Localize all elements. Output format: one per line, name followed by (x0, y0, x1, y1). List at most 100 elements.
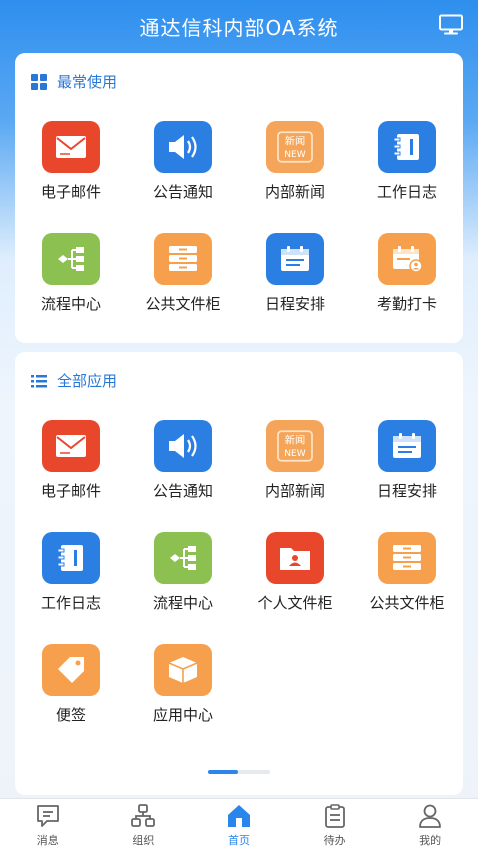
app-calendar[interactable]: 日程安排 (239, 233, 351, 333)
app-cabinet[interactable]: 公共文件柜 (127, 233, 239, 333)
home-icon (227, 805, 250, 827)
notebook-icon (378, 121, 436, 173)
app-notebook[interactable]: 工作日志 (15, 532, 127, 632)
notebook-icon-glyph (57, 545, 83, 571)
bottom-tab-bar: 消息 组织 首页 待办 我的 (0, 798, 478, 850)
tab-todo[interactable]: 待办 (287, 799, 383, 850)
app-label: 流程中心 (152, 594, 213, 612)
app-label: 公告通知 (152, 183, 213, 201)
section-title: 最常使用 (57, 73, 118, 91)
app-label: 工作日志 (40, 594, 101, 612)
calendar-icon (266, 233, 324, 285)
speaker-icon-glyph (169, 434, 197, 458)
frequent-apps-card: 最常使用 电子邮件 公告通知 新闻 NEW 内部新闻 工作日志流程中心 公共文件柜 日程安排 考… (15, 53, 463, 343)
all-apps-section-header: 全部应用 (31, 370, 117, 391)
calendar-icon (378, 420, 436, 472)
app-label: 公告通知 (152, 482, 213, 500)
personal-folder-icon-glyph (280, 548, 310, 570)
notebook-icon-glyph (393, 134, 419, 160)
cabinet-icon (154, 233, 212, 285)
page-indicator (208, 770, 270, 774)
tab-messages[interactable]: 消息 (0, 799, 96, 850)
attendance-icon-glyph (393, 246, 423, 273)
flow-icon-glyph (170, 546, 196, 570)
notebook-icon (42, 532, 100, 584)
cabinet-icon-glyph (169, 246, 197, 271)
all-apps-card: 全部应用 电子邮件 公告通知 新闻 NEW 内部新闻 日程安排工作日志 流程中心 个人文件柜 公… (15, 352, 463, 795)
svg-text:NEW: NEW (284, 449, 305, 459)
app-news[interactable]: 新闻 NEW 内部新闻 (239, 420, 351, 520)
app-label: 个人文件柜 (257, 594, 333, 612)
svg-text:NEW: NEW (284, 150, 305, 160)
cabinet-icon-glyph (393, 545, 421, 570)
flow-icon (42, 233, 100, 285)
attendance-icon (378, 233, 436, 285)
tag-icon-glyph (58, 657, 84, 683)
mail-icon-glyph (56, 435, 86, 457)
org-icon (131, 804, 156, 827)
app-label: 内部新闻 (264, 183, 325, 201)
message-icon (36, 805, 59, 827)
box-icon-glyph (168, 657, 198, 683)
box-icon (154, 644, 212, 696)
app-box[interactable]: 应用中心 (127, 644, 239, 744)
app-flow[interactable]: 流程中心 (127, 532, 239, 632)
calendar-icon-glyph (281, 246, 309, 271)
cabinet-icon (378, 532, 436, 584)
app-cabinet[interactable]: 公共文件柜 (351, 532, 463, 632)
app-speaker[interactable]: 公告通知 (127, 420, 239, 520)
app-label: 流程中心 (40, 295, 101, 313)
app-notebook[interactable]: 工作日志 (351, 121, 463, 221)
svg-text:新闻: 新闻 (285, 434, 305, 447)
speaker-icon (154, 420, 212, 472)
app-label: 考勤打卡 (376, 295, 437, 313)
news-icon-glyph: 新闻 NEW (277, 131, 313, 163)
app-label: 日程安排 (264, 295, 325, 313)
tab-organization[interactable]: 组织 (96, 799, 192, 850)
app-flow[interactable]: 流程中心 (15, 233, 127, 333)
app-label: 工作日志 (376, 183, 437, 201)
app-news[interactable]: 新闻 NEW 内部新闻 (239, 121, 351, 221)
personal-folder-icon (266, 532, 324, 584)
app-personal-folder[interactable]: 个人文件柜 (239, 532, 351, 632)
user-icon (419, 804, 442, 828)
app-speaker[interactable]: 公告通知 (127, 121, 239, 221)
tab-label: 待办 (323, 834, 346, 847)
flow-icon (154, 532, 212, 584)
app-mail[interactable]: 电子邮件 (15, 420, 127, 520)
monitor-icon[interactable] (438, 14, 464, 36)
app-label: 公共文件柜 (145, 295, 221, 313)
app-mail[interactable]: 电子邮件 (15, 121, 127, 221)
tab-label: 我的 (419, 834, 442, 847)
clipboard-icon (324, 804, 345, 828)
news-icon: 新闻 NEW (266, 121, 324, 173)
speaker-icon (154, 121, 212, 173)
svg-text:新闻: 新闻 (285, 135, 305, 148)
news-icon-glyph: 新闻 NEW (277, 430, 313, 462)
mail-icon-glyph (56, 136, 86, 158)
app-label: 便签 (55, 706, 86, 724)
flow-icon-glyph (58, 247, 84, 271)
tab-label: 消息 (36, 834, 59, 847)
app-calendar[interactable]: 日程安排 (351, 420, 463, 520)
app-label: 日程安排 (376, 482, 437, 500)
calendar-icon-glyph (393, 433, 421, 458)
section-title: 全部应用 (57, 372, 118, 390)
tab-label: 首页 (227, 834, 250, 847)
app-attendance[interactable]: 考勤打卡 (351, 233, 463, 333)
list-icon (31, 374, 47, 387)
page-indicator-active (208, 770, 238, 774)
app-label: 内部新闻 (264, 482, 325, 500)
app-label: 电子邮件 (40, 482, 101, 500)
speaker-icon-glyph (169, 135, 197, 159)
app-title: 通达信科内部OA系统 (139, 16, 339, 40)
app-label: 电子邮件 (40, 183, 101, 201)
app-tag[interactable]: 便签 (15, 644, 127, 744)
news-icon: 新闻 NEW (266, 420, 324, 472)
mail-icon (42, 121, 100, 173)
tab-label: 组织 (132, 834, 155, 847)
tab-home[interactable]: 首页 (191, 799, 287, 850)
grid-icon (31, 73, 47, 90)
app-header: 通达信科内部OA系统 (0, 0, 478, 52)
tab-profile[interactable]: 我的 (382, 799, 478, 850)
